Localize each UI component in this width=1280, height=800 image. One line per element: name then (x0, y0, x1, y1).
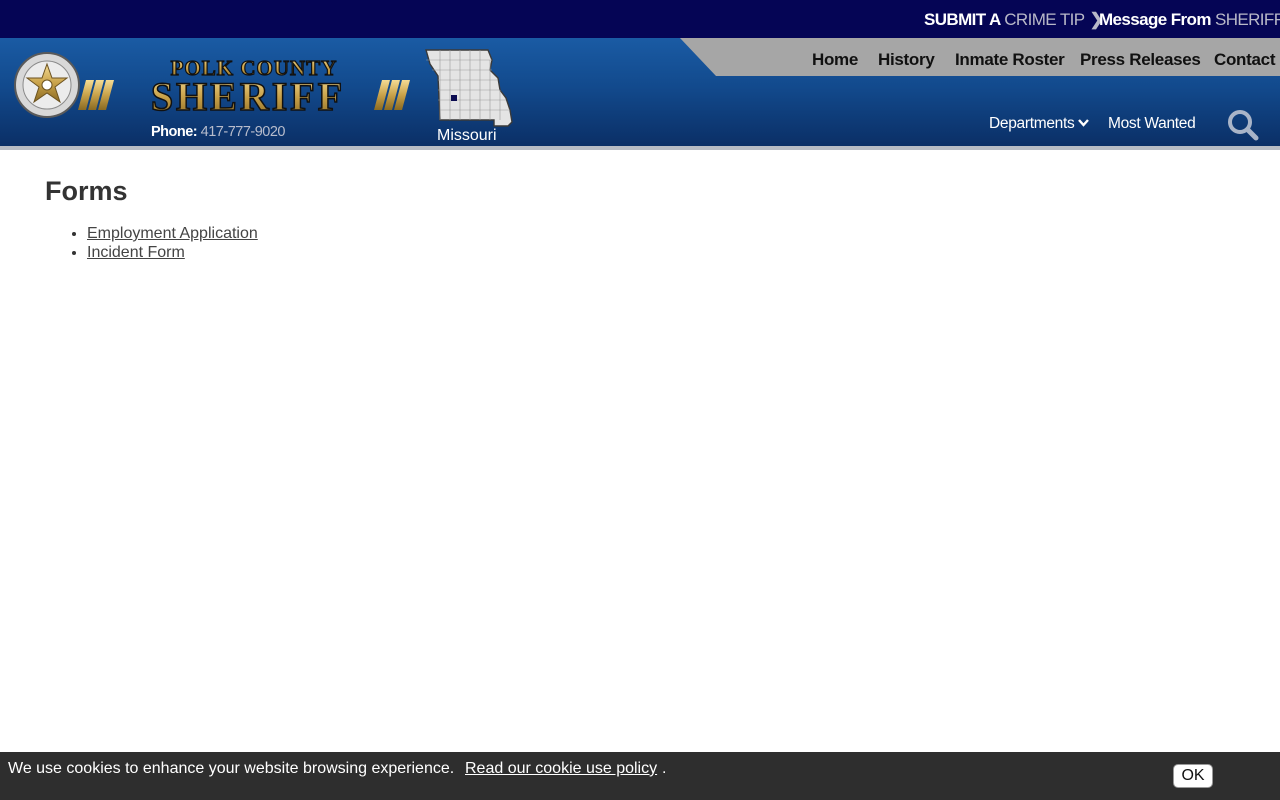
nav-inmate-roster[interactable]: Inmate Roster (955, 38, 1065, 76)
sheriff-logo[interactable]: POLK COUNTY SHERIFF (12, 50, 416, 120)
logo-sheriff-text: SHERIFF (151, 74, 345, 119)
nav-departments-label: Departments (989, 115, 1075, 132)
nav-most-wanted[interactable]: Most Wanted (1108, 112, 1196, 136)
chevron-down-icon (1078, 119, 1090, 127)
phone-contact: Phone: 417-777-9020 (151, 124, 285, 140)
page-title: Forms (45, 176, 128, 206)
incident-form-link[interactable]: Incident Form (87, 244, 185, 261)
submit-crime-tip-link[interactable]: SUBMIT A CRIME TIP ❯ (924, 0, 1104, 38)
nav-press-releases[interactable]: Press Releases (1080, 38, 1201, 76)
cookie-ok-button[interactable]: OK (1173, 764, 1213, 788)
cookie-policy-link[interactable]: Read our cookie use policy (465, 760, 657, 778)
cookie-trailing-period: . (662, 760, 667, 777)
phone-label: Phone: (151, 124, 198, 140)
forms-list: Employment Application Incident Form (87, 224, 258, 262)
crime-tip-highlight: CRIME TIP (1004, 10, 1085, 29)
list-item: Employment Application (87, 224, 258, 243)
cookie-message: We use cookies to enhance your website b… (8, 760, 455, 777)
nav-departments-dropdown[interactable]: Departments (989, 112, 1090, 136)
header-divider (0, 146, 1280, 150)
sheriff-badge-icon (14, 52, 80, 118)
sheriff-msg-prefix: Message From (1099, 10, 1211, 29)
search-icon[interactable] (1226, 108, 1260, 142)
phone-number-link[interactable]: 417-777-9020 (201, 124, 286, 140)
polk-county-marker (451, 95, 457, 101)
nav-contact[interactable]: Contact (1214, 38, 1275, 76)
map-label: Missouri (437, 127, 497, 144)
message-from-sheriff-link[interactable]: Message From SHERIFF❯ (1099, 0, 1280, 38)
nav-home[interactable]: Home (812, 38, 858, 76)
list-item: Incident Form (87, 243, 258, 262)
sheriff-msg-highlight: SHERIFF (1214, 10, 1280, 29)
nav-history[interactable]: History (878, 38, 935, 76)
crime-tip-prefix: SUBMIT A (924, 10, 1001, 29)
employment-application-link[interactable]: Employment Application (87, 225, 258, 242)
missouri-map-icon (425, 49, 513, 127)
